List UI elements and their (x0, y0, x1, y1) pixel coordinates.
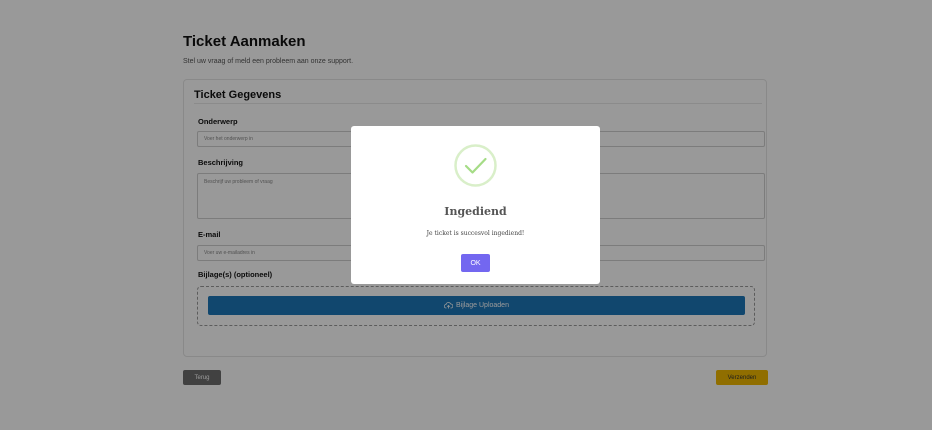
ok-button[interactable]: OK (461, 254, 490, 272)
dialog-message: Je ticket is succesvol ingediend! (426, 230, 525, 237)
dialog-title: Ingediend (444, 205, 507, 218)
success-dialog: Ingediend Je ticket is succesvol ingedie… (351, 126, 600, 284)
success-check-icon (454, 144, 497, 187)
